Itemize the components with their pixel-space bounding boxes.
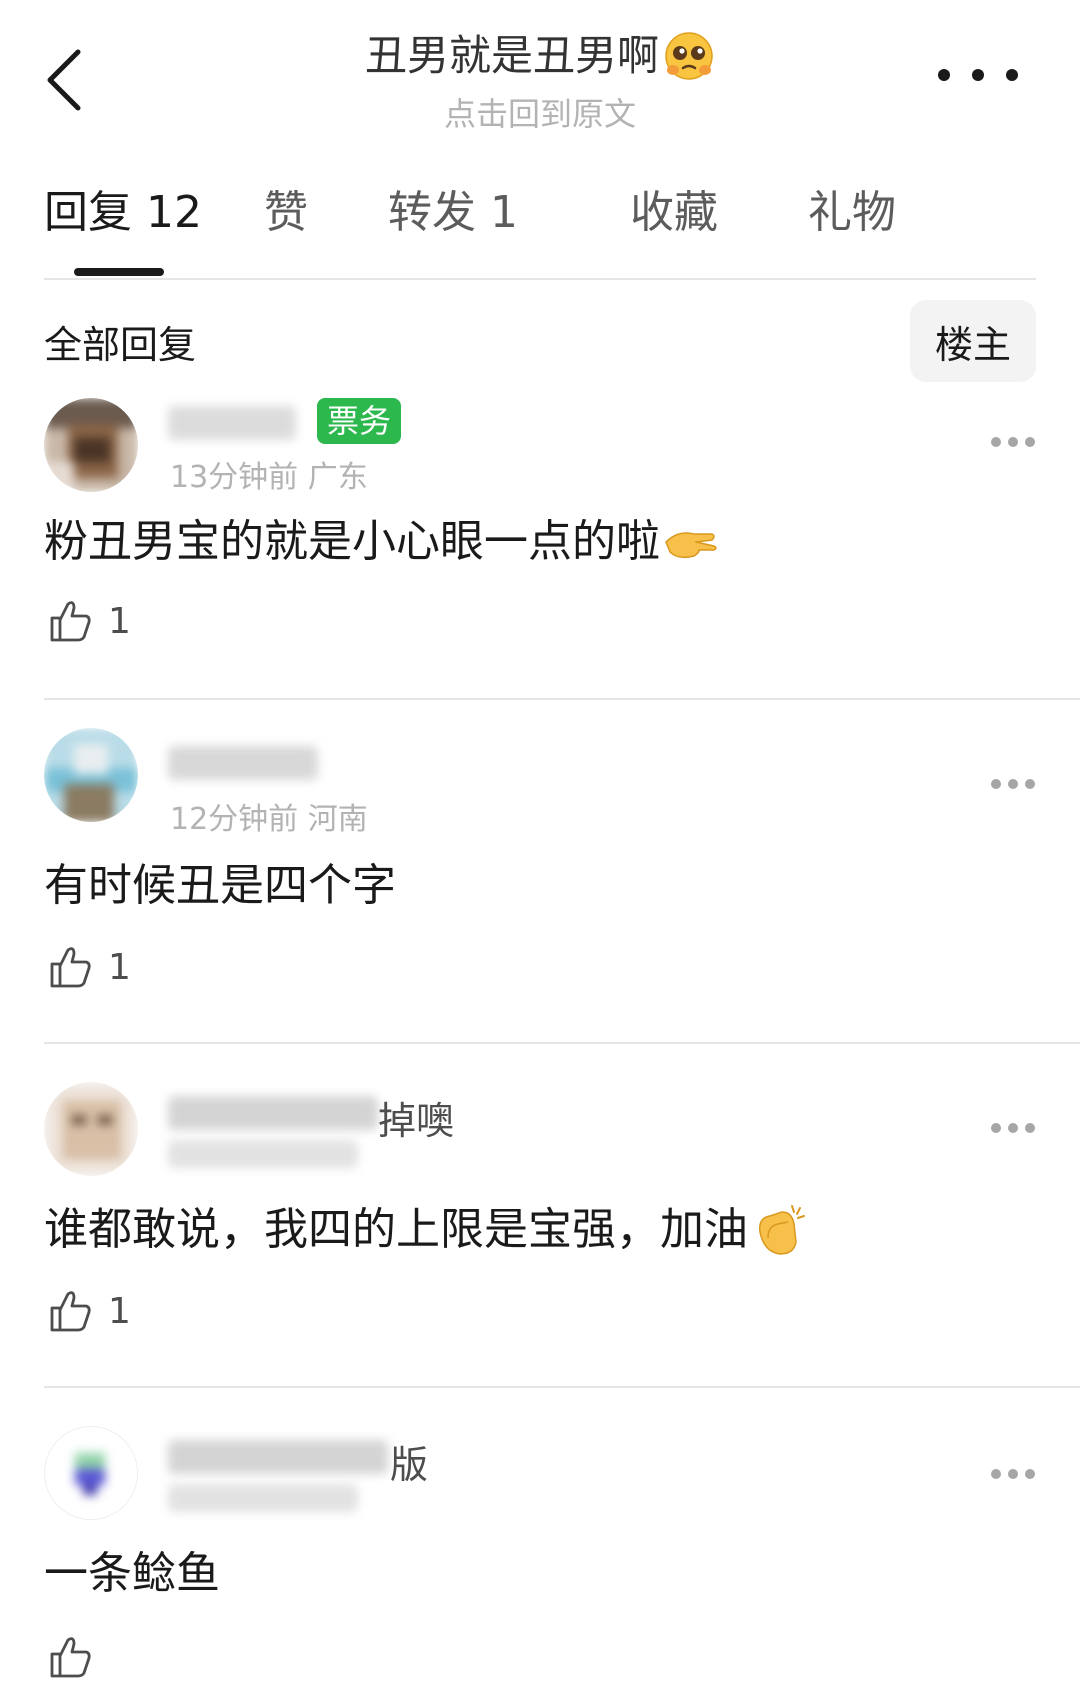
thumbs-up-icon [50, 601, 91, 642]
like-button[interactable]: 1 [48, 1288, 131, 1334]
more-dot [1008, 437, 1018, 447]
comment-divider [44, 698, 1080, 700]
avatar[interactable] [44, 1426, 138, 1520]
more-dot [972, 69, 984, 81]
username-visible-tail: 掉噢 [378, 1099, 455, 1143]
comment-more-button[interactable] [991, 436, 1035, 448]
thumbs-up-icon [50, 1637, 91, 1678]
username[interactable]: 版 [168, 1434, 428, 1487]
more-dots-icon [991, 1469, 1001, 1479]
tab-likes[interactable]: 赞 [264, 180, 308, 246]
tab-count: 1 [490, 187, 518, 238]
more-dot [1025, 1123, 1035, 1133]
comment-more-button[interactable] [991, 778, 1035, 790]
username-obscured[interactable] [168, 404, 296, 444]
comment-text: 有时候丑是四个字 [44, 860, 396, 911]
top-nav-bar: 丑男就是丑男啊 点击回到原文 [0, 0, 1080, 150]
username-visible-tail: 版 [390, 1443, 429, 1487]
post-title-text: 丑男就是丑男啊 [364, 31, 659, 80]
username-obscured[interactable] [168, 746, 318, 786]
avatar-image [44, 398, 138, 492]
tab-bar: 回复 12 赞 转发 1 收藏 礼物 [44, 180, 1036, 280]
tab-replies[interactable]: 回复 12 [44, 180, 202, 246]
replies-section-header: 全部回复 楼主 [44, 296, 1036, 382]
tab-label: 赞 [264, 187, 308, 238]
more-dot [1006, 69, 1018, 81]
post-title[interactable]: 丑男就是丑男啊 [365, 28, 715, 84]
avatar-image [45, 1427, 137, 1519]
more-dot [1025, 437, 1035, 447]
username[interactable]: 掉噢 [168, 1090, 458, 1143]
tab-favorites[interactable]: 收藏 [630, 180, 718, 246]
comment-body: 粉丑男宝的就是小心眼一点的啦 [44, 516, 660, 567]
section-title: 全部回复 [44, 323, 197, 367]
tab-reposts[interactable]: 转发 1 [388, 180, 518, 246]
back-button[interactable] [36, 40, 92, 120]
like-button[interactable]: 1 [48, 598, 131, 644]
tab-label: 回复 [44, 187, 132, 238]
avatar[interactable] [44, 398, 138, 492]
more-dots-icon [991, 779, 1001, 789]
more-dot [1008, 1123, 1018, 1133]
clapping-hands-emoji-icon [758, 1205, 805, 1255]
comment-meta-obscured [168, 1140, 358, 1180]
thumbs-up-icon [50, 947, 91, 988]
comment-body: 谁都敢说，我四的上限是宝强，加油 [44, 1204, 748, 1255]
more-dots-icon [938, 69, 950, 81]
like-count: 1 [108, 1290, 131, 1332]
like-button[interactable]: 1 [48, 944, 131, 990]
thumbs-up-icon [50, 1291, 91, 1332]
tab-label: 收藏 [630, 187, 718, 238]
tab-count: 12 [146, 187, 202, 238]
comment-text: 一条鲶鱼 [44, 1548, 220, 1599]
title-block[interactable]: 丑男就是丑男啊 点击回到原文 [200, 28, 880, 138]
avatar-image [44, 728, 138, 822]
op-only-filter-button[interactable]: 楼主 [910, 300, 1036, 382]
comment-meta: 12分钟前 河南 [170, 802, 368, 837]
pinching-hand-emoji-icon [665, 532, 717, 559]
avatar[interactable] [44, 728, 138, 822]
comment-meta: 13分钟前 广东 [170, 460, 368, 495]
like-button[interactable] [48, 1634, 108, 1680]
comment-divider [44, 1386, 1080, 1388]
comment-text: 粉丑男宝的就是小心眼一点的啦 [44, 512, 720, 572]
more-dots-icon [991, 1123, 1001, 1133]
comment-text: 谁都敢说，我四的上限是宝强，加油 [44, 1200, 808, 1260]
tab-label: 礼物 [808, 187, 896, 238]
more-options-button[interactable] [938, 60, 1018, 90]
more-dot [1008, 1469, 1018, 1479]
tab-label: 转发 [388, 187, 476, 238]
more-dot [1008, 779, 1018, 789]
tab-gifts[interactable]: 礼物 [808, 180, 896, 246]
back-to-original-link[interactable]: 点击回到原文 [200, 90, 880, 138]
chevron-left-icon [47, 49, 81, 111]
more-dot [1025, 1469, 1035, 1479]
avatar[interactable] [44, 1082, 138, 1176]
ticketing-badge[interactable]: 票务 [317, 398, 402, 444]
more-dots-icon [991, 437, 1001, 447]
avatar-image [44, 1082, 138, 1176]
pleading-face-emoji-icon [665, 32, 713, 80]
like-count: 1 [108, 600, 131, 642]
comment-more-button[interactable] [991, 1122, 1035, 1134]
like-count: 1 [108, 946, 131, 988]
more-dot [1025, 779, 1035, 789]
comment-meta-obscured [168, 1484, 358, 1524]
active-tab-indicator [74, 268, 164, 276]
comment-more-button[interactable] [991, 1468, 1035, 1480]
comment-divider [44, 1042, 1080, 1044]
